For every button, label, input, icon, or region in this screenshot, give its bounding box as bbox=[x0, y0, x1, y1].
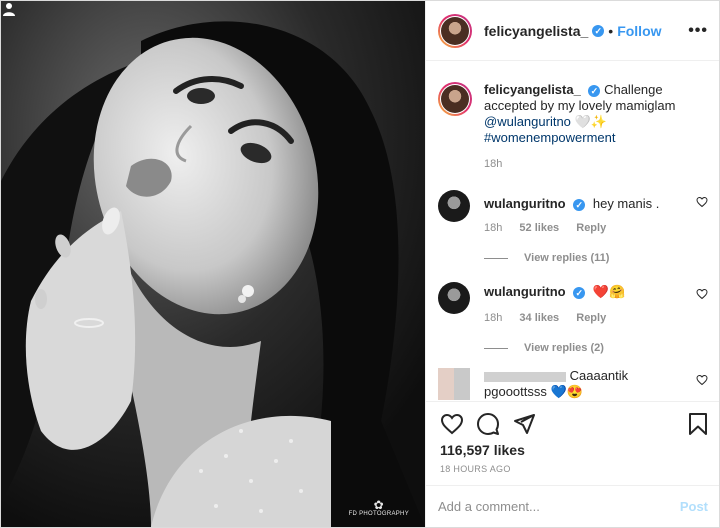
comment-body: ❤️🤗 bbox=[592, 284, 626, 299]
commenter-avatar[interactable] bbox=[438, 282, 470, 314]
post-button[interactable]: Post bbox=[680, 499, 708, 514]
more-icon[interactable]: ••• bbox=[688, 22, 708, 40]
author-avatar[interactable] bbox=[438, 13, 472, 48]
comment-likes[interactable]: 52 likes bbox=[519, 222, 559, 234]
comment-text: wulanguritno ✓ ❤️🤗 bbox=[484, 282, 708, 300]
bookmark-icon[interactable] bbox=[686, 412, 710, 436]
post-photo[interactable]: ✿ FD PHOTOGRAPHY bbox=[1, 1, 425, 527]
post-timestamp: 18 HOURS AGO bbox=[440, 464, 511, 474]
comment-text: wulanguritno ✓ hey manis . bbox=[484, 190, 708, 212]
comments-list[interactable]: felicyangelista_ ✓ Challenge accepted by… bbox=[426, 62, 719, 401]
comment-body-continued: pgooottsss 💙😍 bbox=[484, 384, 583, 399]
view-replies-button[interactable]: View replies (2) bbox=[484, 342, 708, 354]
comment-username[interactable]: wulanguritno bbox=[484, 196, 566, 211]
comment-time: 18h bbox=[484, 222, 503, 234]
comment-item: wulanguritno ✓ hey manis . 18h 52 likes … bbox=[438, 190, 708, 264]
heart-icon[interactable] bbox=[440, 412, 464, 436]
caption-hashtag[interactable]: #womenempowerment bbox=[484, 130, 708, 146]
caption-meta: 18h bbox=[484, 158, 708, 170]
share-icon[interactable] bbox=[512, 412, 536, 436]
replies-divider bbox=[484, 257, 508, 259]
caption: felicyangelista_ ✓ Challenge accepted by… bbox=[438, 82, 708, 170]
follow-button[interactable]: Follow bbox=[617, 23, 661, 39]
photo-credit: FD PHOTOGRAPHY bbox=[348, 511, 409, 517]
likes-count[interactable]: 116,597 likes bbox=[440, 442, 525, 458]
verified-icon: ✓ bbox=[592, 24, 605, 37]
comment-composer: Add a comment... Post bbox=[426, 485, 719, 527]
comment-like-heart-icon[interactable] bbox=[696, 196, 708, 208]
redacted-username bbox=[484, 371, 566, 382]
caption-time: 18h bbox=[484, 158, 503, 170]
replies-divider bbox=[484, 347, 508, 349]
portrait-image bbox=[1, 1, 425, 527]
comment-item: Caaaantik pgooottsss 💙😍 bbox=[438, 368, 708, 400]
comment-like-heart-icon[interactable] bbox=[696, 374, 708, 386]
view-replies-label: View replies (11) bbox=[524, 252, 610, 264]
caption-mention[interactable]: @wulanguritno bbox=[484, 114, 571, 129]
caption-text: felicyangelista_ ✓ Challenge accepted by… bbox=[484, 82, 708, 146]
comment-item: wulanguritno ✓ ❤️🤗 18h 34 likes Reply Vi… bbox=[438, 282, 708, 354]
verified-icon: ✓ bbox=[573, 198, 586, 211]
comment-input[interactable]: Add a comment... bbox=[438, 499, 540, 514]
post-header: felicyangelista_ ✓ • Follow ••• bbox=[426, 1, 719, 61]
post-actions bbox=[426, 401, 719, 446]
comment-body: Caaaantik bbox=[569, 368, 629, 383]
author-username[interactable]: felicyangelista_ bbox=[484, 23, 588, 39]
view-replies-button[interactable]: View replies (11) bbox=[484, 252, 708, 264]
post-side-panel: felicyangelista_ ✓ • Follow ••• felicyan… bbox=[425, 1, 719, 527]
caption-username[interactable]: felicyangelista_ bbox=[484, 82, 581, 97]
comment-meta: 18h 52 likes Reply bbox=[484, 222, 708, 234]
reply-button[interactable]: Reply bbox=[576, 312, 606, 324]
comment-meta: 18h 34 likes Reply bbox=[484, 312, 708, 324]
view-replies-label: View replies (2) bbox=[524, 342, 604, 354]
comment-like-heart-icon[interactable] bbox=[696, 288, 708, 300]
comment-body: hey manis . bbox=[592, 196, 660, 211]
comment-likes[interactable]: 34 likes bbox=[519, 312, 559, 324]
commenter-avatar[interactable] bbox=[438, 190, 470, 222]
comment-time: 18h bbox=[484, 312, 503, 324]
comment-icon[interactable] bbox=[476, 412, 500, 436]
reply-button[interactable]: Reply bbox=[576, 222, 606, 234]
comment-text: Caaaantik pgooottsss 💙😍 bbox=[484, 368, 708, 400]
comment-username[interactable]: wulanguritno bbox=[484, 284, 566, 299]
photo-watermark: ✿ FD PHOTOGRAPHY bbox=[349, 499, 409, 517]
post-frame: ✿ FD PHOTOGRAPHY felicyangelista_ ✓ • Fo… bbox=[0, 0, 720, 528]
user-tag-icon[interactable] bbox=[1, 1, 17, 17]
watermark-logo-icon: ✿ bbox=[373, 498, 384, 512]
caption-emoji: 🤍✨ bbox=[574, 114, 607, 129]
verified-icon: ✓ bbox=[588, 84, 601, 97]
caption-avatar[interactable] bbox=[438, 82, 472, 116]
commenter-avatar[interactable] bbox=[438, 368, 470, 400]
verified-icon: ✓ bbox=[573, 286, 586, 299]
header-separator: • bbox=[608, 22, 614, 39]
